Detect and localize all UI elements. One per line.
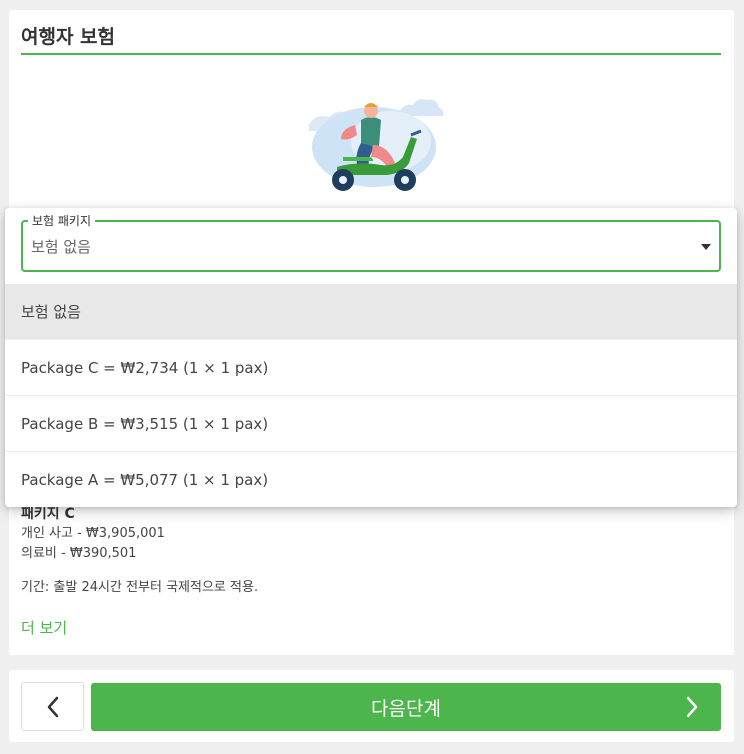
option-package-b[interactable]: Package B = ₩3,515 (1 × 1 pax) [5,396,737,452]
back-button[interactable] [21,682,84,731]
chevron-left-icon [47,696,58,717]
chevron-right-icon [686,696,698,718]
more-link[interactable]: 더 보기 [21,617,67,638]
title-divider [21,53,721,55]
accident-coverage: 개인 사고 - ₩3,905,001 [21,526,165,541]
option-no-insurance[interactable]: 보험 없음 [5,284,737,340]
option-package-a[interactable]: Package A = ₩5,077 (1 × 1 pax) [5,452,737,508]
option-package-c[interactable]: Package C = ₩2,734 (1 × 1 pax) [5,340,737,396]
next-step-label: 다음단계 [371,697,441,720]
select-label: 보험 패키지 [28,212,96,229]
footer-nav: 다음단계 [9,670,734,742]
options-list: 보험 없음 Package C = ₩2,734 (1 × 1 pax) Pac… [5,284,737,508]
next-step-button[interactable]: 다음단계 [91,683,721,731]
coverage-note: 기간: 출발 24시간 전부터 국제적으로 적용. [21,580,259,595]
section-title: 여행자 보험 [21,26,116,48]
caret-down-icon [701,244,711,250]
scooter-rider-illustration [309,99,444,191]
insurance-package-select[interactable]: 보험 패키지 보험 없음 [21,212,721,272]
select-value: 보험 없음 [31,238,91,256]
medical-coverage: 의료비 - ₩390,501 [21,546,137,561]
package-details: 패키지 C 개인 사고 - ₩3,905,001 의료비 - ₩390,501 … [21,504,258,598]
